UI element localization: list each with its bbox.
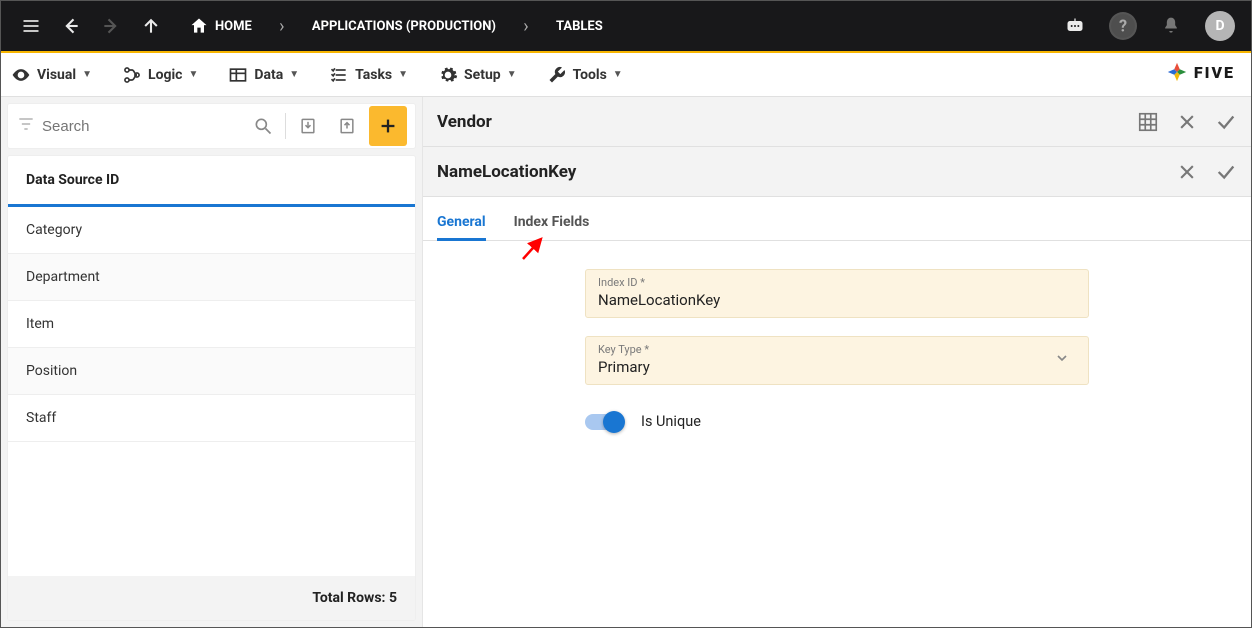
is-unique-row: Is Unique	[585, 413, 1089, 430]
forward-button[interactable]	[91, 6, 131, 46]
list-item[interactable]: Category	[8, 207, 415, 254]
chevron-right-icon: ›	[514, 16, 538, 37]
toggle-knob	[603, 411, 625, 433]
avatar-initial: D	[1215, 18, 1224, 34]
grid-icon[interactable]	[1137, 111, 1159, 133]
menu-label: Setup	[464, 67, 501, 83]
branch-icon	[122, 65, 142, 85]
toggle-label: Is Unique	[641, 413, 701, 430]
home-icon	[189, 16, 209, 36]
right-panel: Vendor NameLocationKey	[423, 97, 1251, 627]
chevron-down-icon: ▼	[82, 69, 92, 80]
list-footer: Total Rows: 5	[8, 576, 415, 620]
list-header: Data Source ID	[8, 156, 415, 207]
menu-tasks[interactable]: Tasks ▼	[329, 65, 408, 85]
search-icon[interactable]	[247, 109, 279, 143]
search-row	[7, 103, 416, 149]
topbar-right: ? D	[1055, 6, 1241, 46]
chevron-down-icon: ▼	[613, 69, 623, 80]
bell-icon[interactable]	[1151, 6, 1191, 46]
back-button[interactable]	[51, 6, 91, 46]
topbar: HOME › APPLICATIONS (PRODUCTION) › TABLE…	[1, 1, 1251, 53]
chevron-down-icon: ▼	[289, 69, 299, 80]
list-item[interactable]: Department	[8, 254, 415, 301]
menu-label: Logic	[148, 67, 182, 83]
menu-label: Visual	[37, 67, 76, 83]
sub-title: NameLocationKey	[437, 162, 1177, 182]
divider	[285, 113, 286, 139]
chevron-right-icon: ›	[270, 16, 294, 37]
chevron-down-icon: ▼	[188, 69, 198, 80]
page-title: Vendor	[437, 112, 1137, 132]
left-panel: Data Source ID Category Department Item …	[1, 97, 423, 627]
key-type-field[interactable]: Key Type * Primary	[585, 336, 1089, 385]
brand-icon	[1166, 61, 1188, 83]
main-area: Data Source ID Category Department Item …	[1, 97, 1251, 627]
menu-setup[interactable]: Setup ▼	[438, 65, 517, 85]
list-item[interactable]: Item	[8, 301, 415, 348]
menu-data[interactable]: Data ▼	[228, 65, 299, 85]
breadcrumb-applications[interactable]: APPLICATIONS (PRODUCTION)	[294, 0, 514, 52]
breadcrumb-tables[interactable]: TABLES	[538, 0, 621, 52]
list-item[interactable]: Position	[8, 348, 415, 395]
menu-tools[interactable]: Tools ▼	[547, 65, 623, 85]
menu-label: Tasks	[355, 67, 392, 83]
hamburger-menu[interactable]	[11, 6, 51, 46]
data-list: Data Source ID Category Department Item …	[7, 155, 416, 621]
brand-text: FIVE	[1194, 63, 1235, 82]
upload-icon[interactable]	[331, 109, 363, 143]
chevron-down-icon: ▼	[398, 69, 408, 80]
field-label: Key Type *	[598, 343, 1048, 356]
list-icon	[329, 65, 349, 85]
close-icon[interactable]	[1177, 112, 1197, 132]
download-icon[interactable]	[292, 109, 324, 143]
field-value: NameLocationKey	[598, 289, 1076, 309]
tab-general[interactable]: General	[437, 214, 486, 240]
table-icon	[228, 65, 248, 85]
chevron-down-icon	[1048, 350, 1076, 370]
chat-icon[interactable]	[1055, 6, 1095, 46]
menu-label: Tools	[573, 67, 607, 83]
breadcrumb-label: HOME	[215, 19, 252, 34]
list-item[interactable]: Staff	[8, 395, 415, 442]
panel-header-vendor: Vendor	[423, 97, 1251, 147]
panel-header-key: NameLocationKey	[423, 147, 1251, 197]
field-label: Index ID *	[598, 276, 1076, 289]
tab-index-fields[interactable]: Index Fields	[514, 214, 590, 240]
menubar: Visual ▼ Logic ▼ Data ▼ Tasks ▼ Setup ▼ …	[1, 53, 1251, 97]
check-icon[interactable]	[1215, 111, 1237, 133]
index-id-field[interactable]: Index ID * NameLocationKey	[585, 269, 1089, 318]
breadcrumb-label: APPLICATIONS (PRODUCTION)	[312, 19, 496, 34]
breadcrumb: HOME › APPLICATIONS (PRODUCTION) › TABLE…	[171, 0, 621, 52]
filter-icon[interactable]	[16, 114, 36, 138]
is-unique-toggle[interactable]	[585, 414, 623, 430]
plus-icon	[377, 115, 399, 137]
menu-label: Data	[254, 67, 283, 83]
help-icon[interactable]: ?	[1109, 12, 1137, 40]
chevron-down-icon: ▼	[507, 69, 517, 80]
brand-logo: FIVE	[1166, 61, 1235, 83]
search-input[interactable]	[42, 118, 241, 135]
add-button[interactable]	[369, 106, 407, 146]
form-area: Index ID * NameLocationKey Key Type * Pr…	[423, 241, 1251, 627]
breadcrumb-label: TABLES	[556, 19, 603, 34]
list-body: Category Department Item Position Staff	[8, 207, 415, 576]
avatar[interactable]: D	[1205, 11, 1235, 41]
footer-count: 5	[389, 590, 397, 606]
eye-icon	[11, 65, 31, 85]
menu-logic[interactable]: Logic ▼	[122, 65, 198, 85]
footer-label: Total Rows:	[312, 590, 385, 606]
menu-visual[interactable]: Visual ▼	[11, 65, 92, 85]
close-icon[interactable]	[1177, 162, 1197, 182]
check-icon[interactable]	[1215, 161, 1237, 183]
up-button[interactable]	[131, 6, 171, 46]
svg-text:?: ?	[1119, 16, 1127, 35]
wrench-icon	[547, 65, 567, 85]
gear-icon	[438, 65, 458, 85]
tab-row: General Index Fields	[423, 197, 1251, 241]
breadcrumb-home[interactable]: HOME	[171, 0, 270, 52]
field-value: Primary	[598, 356, 1048, 376]
